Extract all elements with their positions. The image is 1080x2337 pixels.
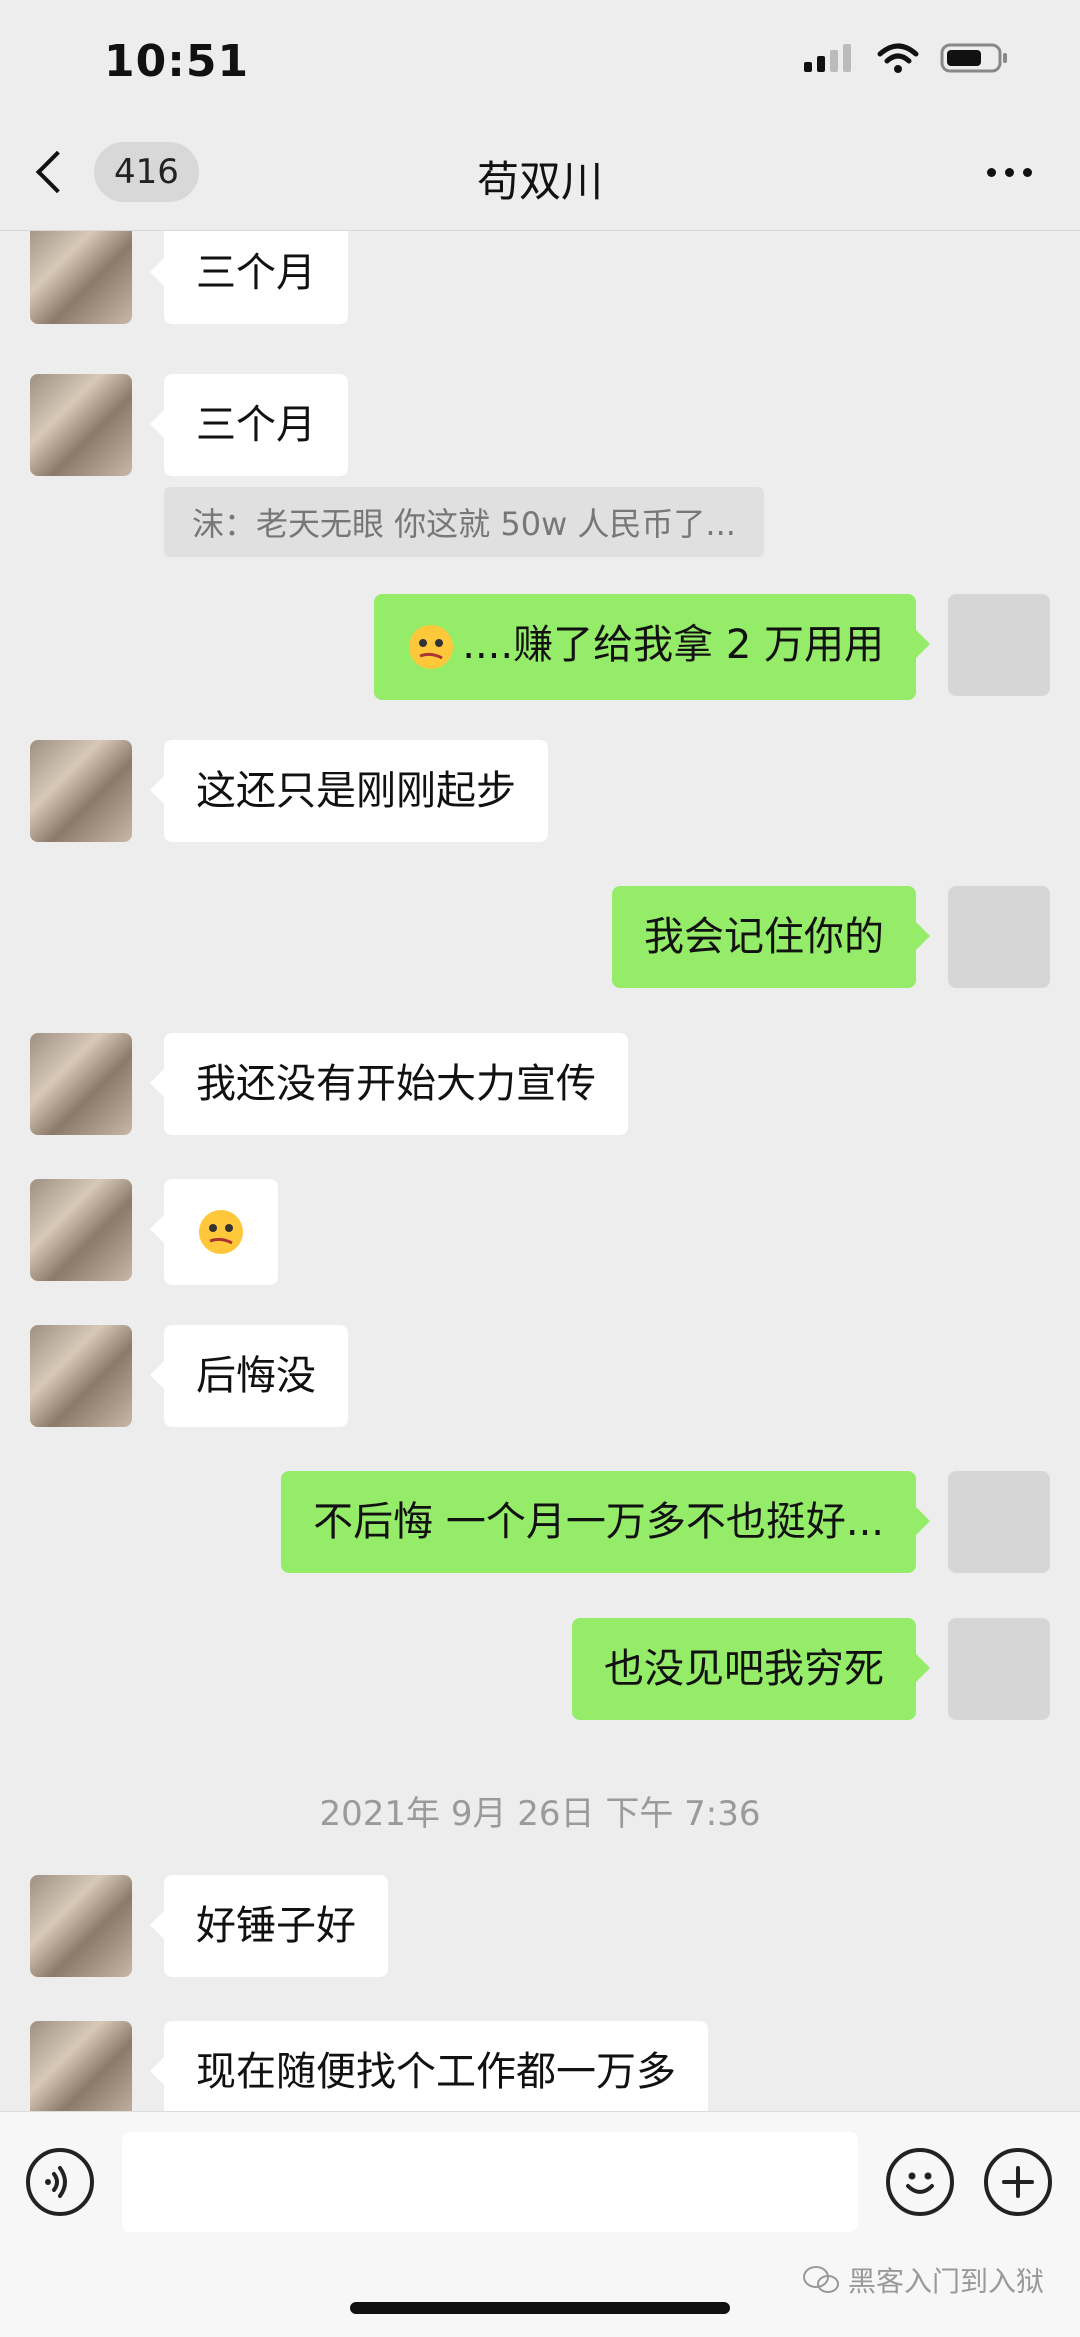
- avatar[interactable]: [948, 1471, 1050, 1573]
- avatar[interactable]: [30, 231, 132, 324]
- voice-icon[interactable]: [26, 2148, 94, 2216]
- message-bubble[interactable]: ....赚了给我拿 2 万用用: [374, 594, 930, 700]
- message-bubble[interactable]: 好锤子好: [150, 1875, 388, 1977]
- battery-icon: [940, 43, 1007, 73]
- avatar[interactable]: [30, 2021, 132, 2111]
- watermark-text: 黑客入门到入狱: [847, 2265, 1044, 2298]
- avatar[interactable]: [30, 740, 132, 842]
- message-bubble[interactable]: 三个月: [150, 374, 348, 476]
- message-bubble[interactable]: 三个月: [150, 231, 348, 324]
- quoted-message[interactable]: 沫：老天无眼 你这就 50w 人民币了...: [164, 487, 764, 557]
- home-indicator: [350, 2302, 730, 2314]
- message-bubble[interactable]: 不后悔 一个月一万多不也挺好...: [281, 1471, 930, 1573]
- message-bubble[interactable]: [150, 1179, 278, 1285]
- avatar[interactable]: [948, 1618, 1050, 1720]
- message-bubble[interactable]: 这还只是刚刚起步: [150, 740, 548, 842]
- message-bubble[interactable]: 我还没有开始大力宣传: [150, 1033, 628, 1135]
- wechat-icon: [802, 2266, 839, 2293]
- emoji-icon[interactable]: [886, 2148, 954, 2216]
- message-bubble[interactable]: 后悔没: [150, 1325, 348, 1427]
- status-icons: [802, 42, 1010, 74]
- chat-list[interactable]: 三个月 三个月 沫：老天无眼 你这就 50w 人民币了... ....赚了给我拿…: [0, 231, 1080, 2111]
- avatar[interactable]: [948, 886, 1050, 988]
- avatar[interactable]: [30, 374, 132, 476]
- avatar[interactable]: [30, 1179, 132, 1281]
- nav-bar: 416 苟双川: [0, 120, 1080, 231]
- add-icon[interactable]: [984, 2148, 1052, 2216]
- message-bubble[interactable]: 也没见吧我穷死: [572, 1618, 930, 1720]
- avatar[interactable]: [948, 594, 1050, 696]
- emoji-icon: [409, 625, 454, 669]
- message-bubble[interactable]: 现在随便找个工作都一万多: [150, 2021, 708, 2111]
- emoji-icon: [199, 1210, 243, 1254]
- signal-icon: [804, 44, 851, 72]
- message-bubble[interactable]: 我会记住你的: [612, 886, 930, 988]
- watermark: 黑客入门到入狱: [802, 2260, 1044, 2300]
- status-bar: 10:51: [0, 0, 1080, 120]
- chat-title: 苟双川: [476, 157, 603, 206]
- avatar[interactable]: [30, 1033, 132, 1135]
- timestamp: 2021年 9月 26日 下午 7:36: [319, 1794, 761, 1834]
- more-icon[interactable]: [987, 168, 1032, 177]
- message-text: ....赚了给我拿 2 万用用: [462, 622, 884, 668]
- status-time: 10:51: [104, 36, 250, 87]
- avatar[interactable]: [30, 1875, 132, 1977]
- input-bar: 黑客入门到入狱: [0, 2111, 1080, 2337]
- wifi-icon: [877, 43, 919, 73]
- avatar[interactable]: [30, 1325, 132, 1427]
- message-input[interactable]: [122, 2132, 858, 2232]
